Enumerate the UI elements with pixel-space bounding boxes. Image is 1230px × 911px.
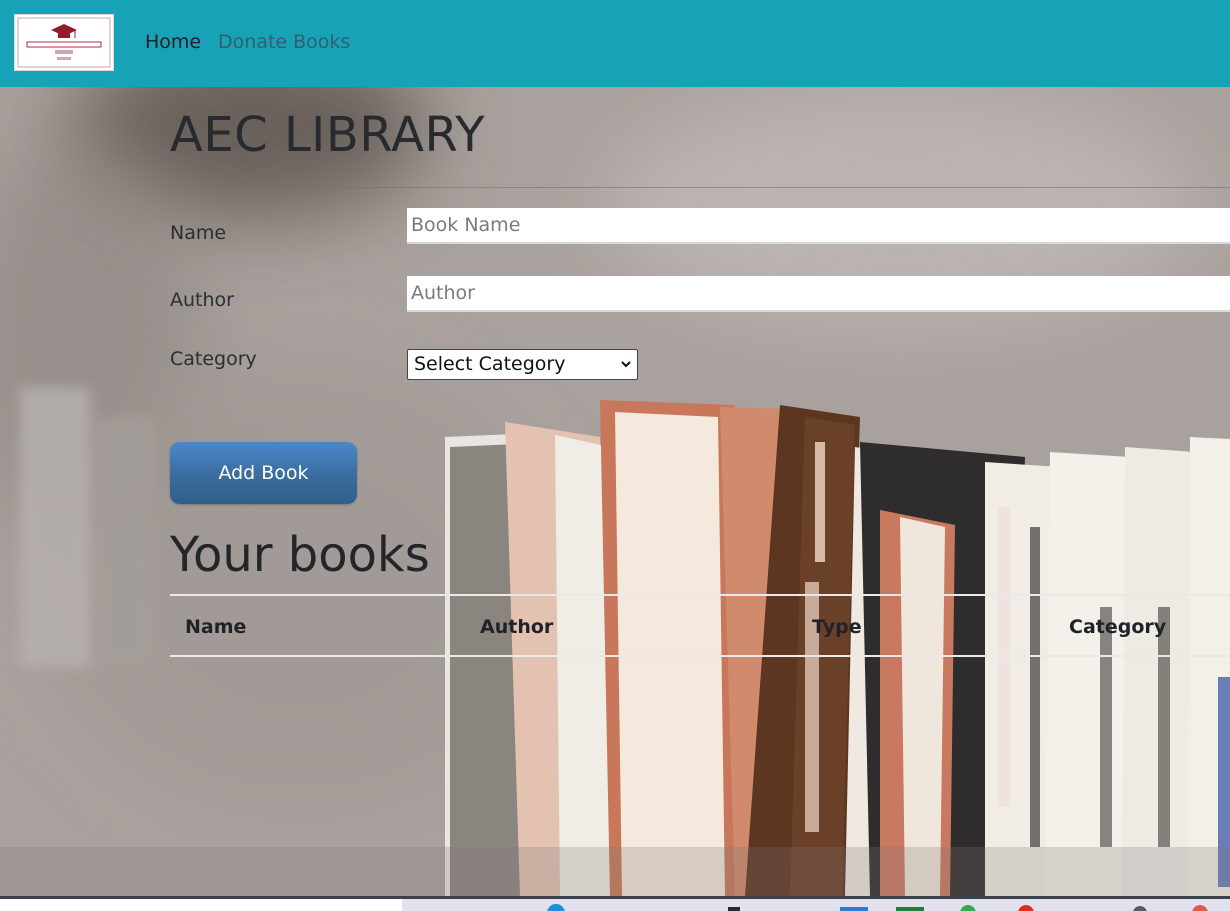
nav-donate-books-link[interactable]: Donate Books [218, 31, 350, 53]
add-book-button[interactable]: Add Book [170, 442, 357, 504]
column-header-category: Category [1069, 616, 1167, 638]
main-content: AEC LIBRARY Name Author Category Select … [0, 87, 1230, 896]
category-label: Category [170, 348, 257, 370]
author-label: Author [170, 289, 234, 311]
column-header-name: Name [185, 616, 247, 638]
table-header-bottom-border [170, 655, 1230, 657]
book-name-input[interactable] [407, 208, 1230, 244]
page-title: AEC LIBRARY [170, 107, 486, 163]
category-select[interactable]: Select Category [407, 349, 638, 380]
title-divider [170, 187, 1230, 188]
college-logo[interactable] [14, 14, 114, 71]
chevron-down-icon [621, 361, 631, 368]
your-books-heading: Your books [170, 527, 430, 583]
taskbar-search-box[interactable] [0, 899, 402, 911]
category-selected-value: Select Category [414, 353, 566, 375]
table-top-border [170, 594, 1230, 596]
column-header-type: Type [812, 616, 862, 638]
taskbar-app-icons[interactable] [540, 899, 1230, 911]
graduation-cap-icon [17, 17, 111, 68]
author-input[interactable] [407, 276, 1230, 312]
nav-home-link[interactable]: Home [145, 31, 201, 53]
os-taskbar [0, 896, 1230, 911]
navbar: Home Donate Books [0, 0, 1230, 87]
name-label: Name [170, 222, 227, 244]
column-header-author: Author [480, 616, 554, 638]
